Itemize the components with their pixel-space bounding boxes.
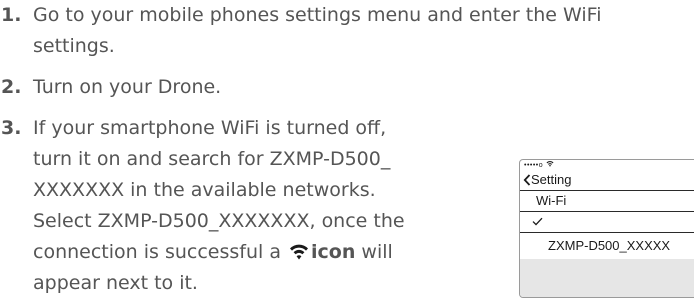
step-line-text: connection is successful a	[33, 241, 281, 263]
step-text: Turn on your Drone.	[33, 72, 221, 103]
step-line: Turn on your Drone.	[33, 76, 222, 98]
wifi-row: Wi-Fi	[520, 191, 694, 212]
step-line-text: will	[361, 241, 393, 263]
network-row: ZXMP-D500_XXXXX	[520, 233, 694, 259]
step-line-with-icon: connection is successful a icon will	[33, 237, 405, 268]
wifi-icon	[546, 161, 554, 167]
step-text: If your smartphone WiFi is turned off, t…	[33, 113, 405, 299]
step-text: Go to your mobile phones settings menu a…	[33, 0, 601, 62]
step-number: 2.	[1, 76, 22, 98]
list-footer	[520, 259, 694, 297]
status-bar: •••••o	[524, 160, 554, 170]
chevron-left-icon	[523, 174, 531, 186]
step-line: turn it on and search for ZXMP-D500_	[33, 148, 391, 170]
step-line: Select ZXMP-D500_XXXXXXX, once the	[33, 210, 405, 232]
checkmark-icon	[532, 217, 543, 226]
wifi-icon	[290, 244, 309, 260]
wifi-label: Wi-Fi	[536, 193, 567, 208]
settings-back-row: Setting	[520, 170, 694, 191]
phone-wifi-settings-illustration: •••••o Setting Wi-Fi ZXMP-D500_XXXXX	[519, 159, 694, 298]
step-number: 3.	[1, 117, 22, 139]
network-name: ZXMP-D500_XXXXX	[548, 238, 671, 253]
step-line: appear next to it.	[33, 272, 198, 294]
icon-word: icon	[311, 241, 356, 263]
step-line: Go to your mobile phones settings menu a…	[33, 4, 602, 26]
step-line: If your smartphone WiFi is turned off,	[33, 117, 387, 139]
step-number: 1.	[1, 4, 22, 26]
step-line: settings.	[33, 35, 115, 57]
step-line: XXXXXXX in the available networks.	[33, 179, 376, 201]
signal-dots: •••••o	[524, 162, 544, 169]
selected-network-row	[520, 212, 694, 233]
back-label: Setting	[531, 172, 572, 187]
